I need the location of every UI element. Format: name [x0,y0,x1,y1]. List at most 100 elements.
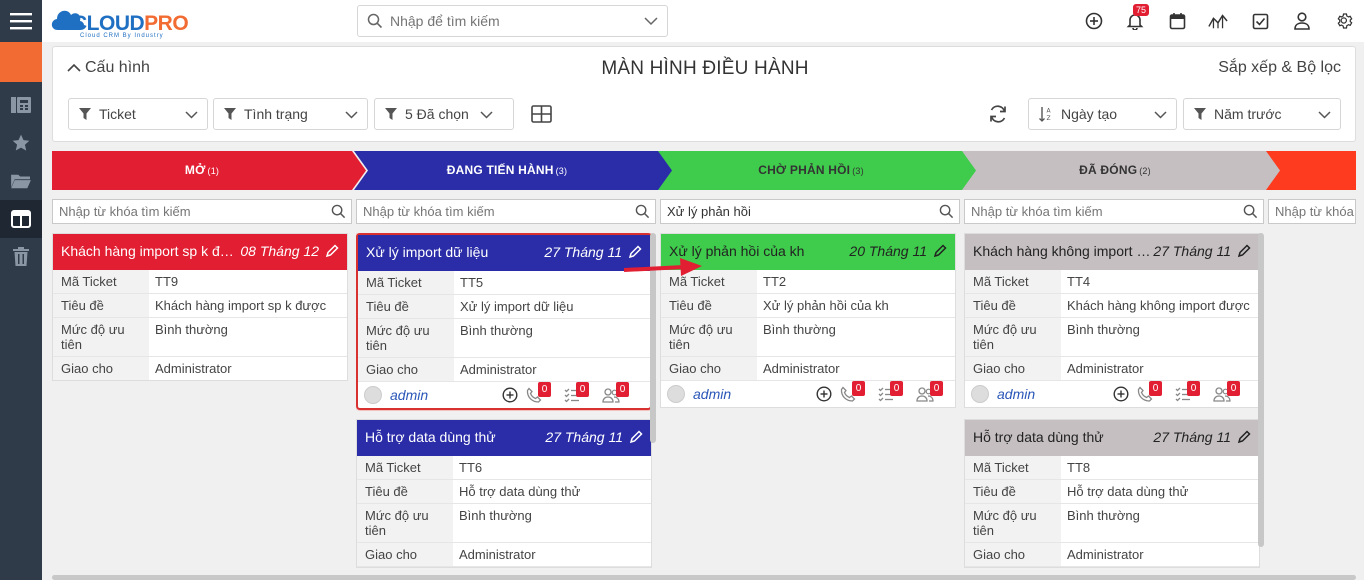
field-row: Giao cho Administrator [965,357,1259,381]
hamburger-icon [10,13,32,30]
card-header[interactable]: Xử lý import dữ liệu 27 Tháng 11 [358,235,650,271]
ticket-card[interactable]: Khách hàng import sp k được 08 Tháng 12 … [52,233,348,381]
stage-in-progress-label: ĐANG TIẾN HÀNH [446,163,554,177]
stage-waiting-count: (3) [852,166,864,176]
stage-open[interactable]: MỞ (1) [52,151,367,190]
tasks-button[interactable]: 0 [564,382,589,403]
column-search-input[interactable] [667,204,917,219]
calls-button[interactable]: 0 [526,382,551,403]
card-title: Xử lý import dữ liệu [366,244,489,260]
ticket-card[interactable]: Khách hàng không import được 27 Tháng 11… [964,233,1260,408]
tasks-button[interactable]: 0 [878,381,903,402]
ticket-card[interactable]: Hỗ trợ data dùng thử 27 Tháng 11 Mã Tick… [964,419,1260,568]
gear-icon [1337,13,1353,29]
column-search-waiting[interactable] [660,199,960,224]
sidebar-item-folders[interactable] [0,162,42,200]
add-activity-button[interactable] [816,386,832,402]
hamburger-menu-button[interactable] [0,0,42,42]
filter-icon [1194,108,1206,120]
edit-icon[interactable] [325,244,339,258]
cloudpro-logo[interactable]: CLOUDPRO Cloud CRM By Industry [48,4,198,39]
column-closed: Khách hàng không import được 27 Tháng 11… [964,233,1264,580]
star-icon [12,134,30,151]
calls-button[interactable]: 0 [1137,381,1162,402]
calendar-button[interactable] [1167,11,1187,31]
sidebar-item-directory[interactable] [0,86,42,124]
contact-book-icon [11,97,31,113]
card-header[interactable]: Hỗ trợ data dùng thử 27 Tháng 11 [357,420,651,456]
column-search-input[interactable] [59,204,309,219]
add-activity-button[interactable] [1113,386,1129,402]
global-search-input[interactable] [390,11,630,31]
column-scrollbar[interactable] [1258,233,1264,547]
card-owner[interactable]: admin [997,386,1035,402]
module-select-value: Ticket [99,106,136,122]
sidebar-item-trash[interactable] [0,238,42,276]
column-search-in-progress[interactable] [356,199,656,224]
field-row: Mức độ ưu tiên Bình thường [661,318,955,357]
status-select[interactable]: Tình trạng [213,98,368,130]
edit-icon[interactable] [1237,244,1251,258]
stage-closed[interactable]: ĐÃ ĐÓNG (2) [962,151,1283,190]
calls-button[interactable]: 0 [840,381,865,402]
add-activity-button[interactable] [502,387,518,403]
meetings-button[interactable]: 0 [916,381,943,402]
ticket-card[interactable]: Hỗ trợ data dùng thử 27 Tháng 11 Mã Tick… [356,419,652,568]
ticket-card-highlighted[interactable]: Xử lý import dữ liệu 27 Tháng 11 Mã Tick… [356,233,652,410]
module-select[interactable]: Ticket [68,98,208,130]
sort-az-icon: AZ [1039,107,1052,122]
sidebar-item-favorites[interactable] [0,124,42,162]
config-toggle[interactable]: Cấu hình [67,59,150,77]
reports-button[interactable] [1208,11,1228,31]
field-row: Mã Ticket TT8 [965,456,1259,480]
stage-next[interactable] [1266,151,1356,190]
sidebar-item-kanban[interactable] [0,200,42,238]
column-search-next[interactable] [1268,199,1356,224]
horizontal-scrollbar[interactable] [52,575,1356,580]
card-header[interactable]: Khách hàng import sp k được 08 Tháng 12 [53,234,347,270]
stage-open-count: (1) [207,166,220,176]
profile-button[interactable] [1292,11,1312,31]
chevron-down-icon [480,110,493,119]
card-header[interactable]: Khách hàng không import được 27 Tháng 11 [965,234,1259,270]
trash-icon [13,247,29,266]
stage-in-progress[interactable]: ĐANG TIẾN HÀNH (3) [354,151,675,190]
field-row: Tiêu đề Khách hàng không import được [965,294,1259,318]
column-in-progress: Xử lý import dữ liệu 27 Tháng 11 Mã Tick… [356,233,656,580]
search-icon [331,204,346,219]
edit-icon[interactable] [933,244,947,258]
sort-filter-link[interactable]: Sắp xếp & Bộ lọc [1218,59,1341,77]
stage-in-progress-count: (3) [555,166,568,176]
meetings-button[interactable]: 0 [1213,381,1240,402]
settings-button[interactable] [1335,11,1355,31]
period-select[interactable]: Năm trước [1183,98,1341,130]
card-owner[interactable]: admin [693,386,731,402]
column-search-closed[interactable] [964,199,1264,224]
left-sidebar [0,0,42,580]
tasks-button[interactable] [1250,11,1270,31]
sort-select[interactable]: AZ Ngày tạo [1028,98,1177,130]
meetings-button[interactable]: 0 [602,382,629,403]
stages-select[interactable]: 5 Đã chọn [374,98,514,130]
column-search-open[interactable] [52,199,352,224]
card-header[interactable]: Xử lý phản hồi của kh 20 Tháng 11 [661,234,955,270]
card-header[interactable]: Hỗ trợ data dùng thử 27 Tháng 11 [965,420,1259,456]
column-search-input[interactable] [971,204,1221,219]
field-row: Tiêu đề Hỗ trợ data dùng thử [357,480,651,504]
column-search-input[interactable] [1275,204,1355,219]
global-search[interactable] [357,5,668,37]
add-button[interactable] [1084,11,1104,31]
layout-toggle-button[interactable] [531,105,552,126]
edit-icon[interactable] [629,430,643,444]
card-owner[interactable]: admin [390,387,428,403]
tasks-button[interactable]: 0 [1175,381,1200,402]
card-title: Hỗ trợ data dùng thử [973,429,1104,445]
edit-icon[interactable] [1237,430,1251,444]
field-row: Mức độ ưu tiên Bình thường [358,319,650,358]
top-bar: CLOUDPRO Cloud CRM By Industry 75 [42,0,1364,42]
stage-waiting[interactable]: CHỜ PHẢN HỒI (3) [658,151,979,190]
column-search-input[interactable] [363,204,613,219]
page-title: MÀN HÌNH ĐIỀU HÀNH [601,58,809,79]
refresh-button[interactable] [988,104,1008,127]
ticket-card[interactable]: Xử lý phản hồi của kh 20 Tháng 11 Mã Tic… [660,233,956,408]
